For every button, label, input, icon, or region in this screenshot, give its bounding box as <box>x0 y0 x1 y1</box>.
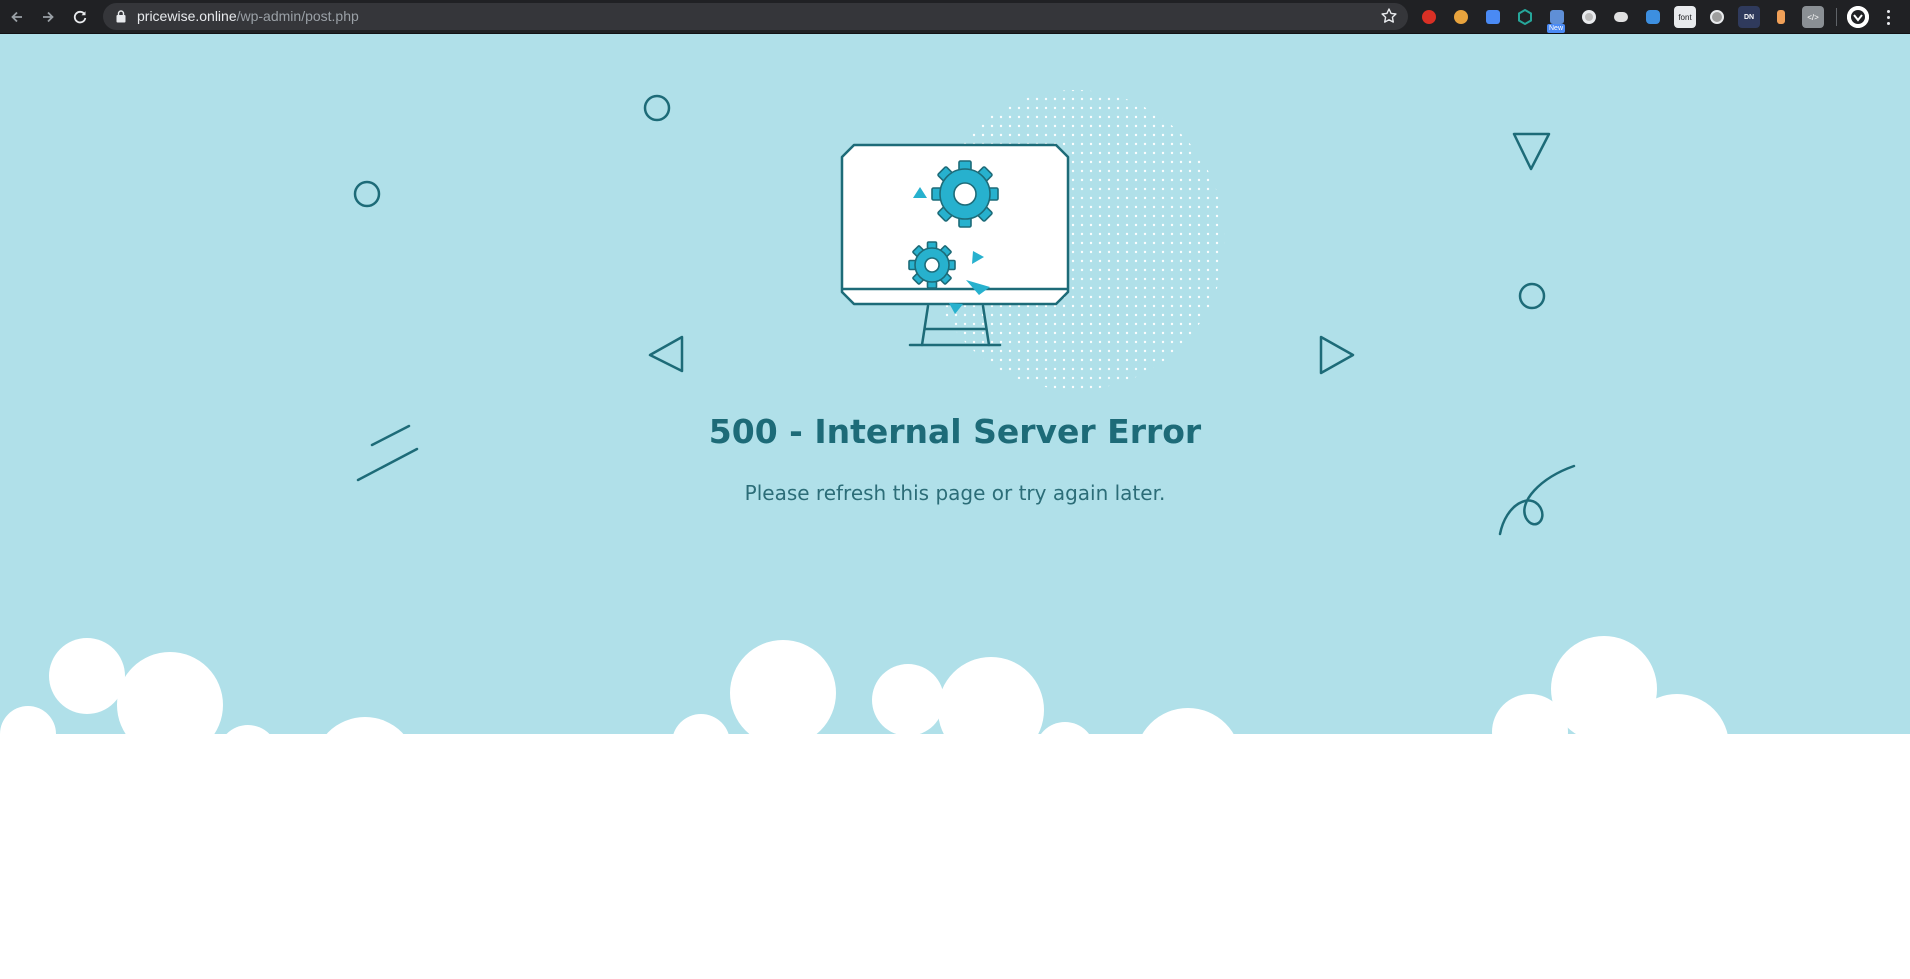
reload-icon[interactable] <box>68 5 92 29</box>
back-arrow-icon[interactable] <box>5 5 29 29</box>
decor-triangle <box>648 335 684 373</box>
aperture-extension-icon[interactable] <box>1706 6 1728 28</box>
font-extension-label: font <box>1678 12 1692 22</box>
font-extension-icon[interactable]: font <box>1674 6 1696 28</box>
kebab-menu-icon[interactable] <box>1881 6 1895 28</box>
star-icon[interactable] <box>1380 7 1398 25</box>
decor-circle <box>643 94 671 122</box>
dn-extension-label: DN <box>1743 13 1755 21</box>
small-gear-icon <box>908 241 956 289</box>
clouds <box>0 636 1910 979</box>
url-path: /wp-admin/post.php <box>236 8 359 24</box>
address-bar[interactable]: pricewise.online/wp-admin/post.php <box>103 3 1408 30</box>
error-page: 500 - Internal Server Error Please refre… <box>0 34 1910 979</box>
decor-circle <box>1518 282 1546 310</box>
cookie-extension-icon[interactable] <box>1450 6 1472 28</box>
orange-jar-extension-icon[interactable] <box>1770 6 1792 28</box>
teal-hexagon-extension-icon[interactable] <box>1514 6 1536 28</box>
dn-extension-icon[interactable]: DN <box>1738 6 1760 28</box>
forward-arrow-icon[interactable] <box>36 5 60 29</box>
new-badge: New <box>1547 24 1566 33</box>
url-text[interactable]: pricewise.online/wp-admin/post.php <box>137 3 359 30</box>
toolbar-separator <box>1836 8 1837 26</box>
new-badge-extension-icon[interactable]: New <box>1546 6 1568 33</box>
decor-circle <box>353 180 381 208</box>
error-title: 500 - Internal Server Error <box>708 412 1202 451</box>
red-shield-extension-icon[interactable] <box>1418 6 1440 28</box>
profile-avatar-icon[interactable] <box>1847 6 1869 28</box>
lock-icon <box>116 10 126 23</box>
error-message: Please refresh this page or try again la… <box>744 481 1166 505</box>
decor-triangle <box>1512 132 1551 171</box>
url-domain: pricewise.online <box>137 8 237 24</box>
code-extension-icon[interactable]: </> <box>1802 6 1824 28</box>
code-extension-label: </> <box>1807 12 1819 22</box>
pencil-extension-icon[interactable] <box>1482 6 1504 28</box>
browser-toolbar: pricewise.online/wp-admin/post.php New f… <box>0 0 1910 34</box>
chat-bubbles-extension-icon[interactable] <box>1610 6 1632 28</box>
cloud-extension-icon[interactable] <box>1642 6 1664 28</box>
decor-triangle <box>1319 335 1355 375</box>
extensions-area: New font DN </> <box>1418 6 1895 33</box>
grey-circle-extension-icon[interactable] <box>1578 6 1600 28</box>
error-illustration <box>0 90 1910 979</box>
large-gear-icon <box>931 160 999 228</box>
